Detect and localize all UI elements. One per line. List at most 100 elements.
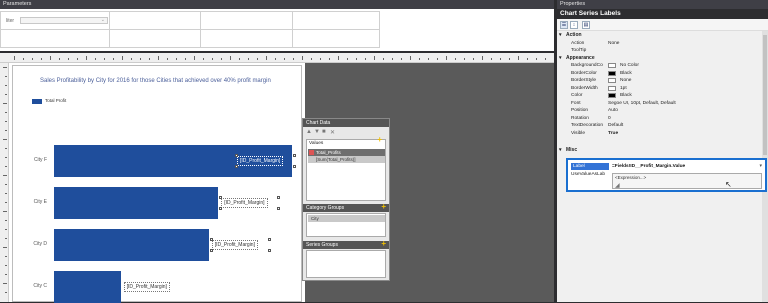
property-value[interactable]: True: [608, 130, 618, 137]
property-pages-icon[interactable]: ▤: [582, 21, 590, 29]
add-series-icon[interactable]: +: [381, 240, 386, 248]
move-up-icon[interactable]: ▲: [306, 129, 312, 135]
ruler-tick: [122, 56, 123, 60]
value-expression[interactable]: [Sum(Total_Profits)]: [308, 156, 385, 163]
selection-handle[interactable]: [209, 249, 213, 252]
chevron-down-icon[interactable]: ▾: [759, 163, 762, 169]
chart-title[interactable]: Sales Profitability by City for 2016 for…: [40, 78, 271, 84]
category-item[interactable]: City: [308, 215, 385, 222]
scrollbar-thumb[interactable]: [763, 35, 767, 155]
ruler-tick: [194, 56, 195, 60]
property-value[interactable]: 0: [608, 115, 611, 122]
property-value[interactable]: Auto: [608, 107, 618, 114]
property-row[interactable]: Font Segoe UI, 10pt, Default, Default: [557, 100, 762, 107]
parameter-cell[interactable]: [1, 30, 110, 47]
label-property-key[interactable]: Label: [571, 163, 609, 170]
property-row[interactable]: BorderWidth 1pt: [557, 85, 762, 92]
ruler-tick: [5, 157, 7, 158]
ruler-tick: [3, 175, 7, 176]
data-label[interactable]: [ID_Profit_Margin]: [237, 156, 284, 166]
selection-handle[interactable]: [235, 154, 238, 157]
selection-handle[interactable]: [277, 207, 281, 210]
property-value[interactable]: None: [620, 77, 631, 84]
selection-handle[interactable]: [219, 207, 223, 210]
chart-area[interactable]: Sales Profitability by City for 2016 for…: [12, 65, 302, 303]
ruler-tick: [266, 56, 267, 60]
horizontal-ruler: [0, 53, 554, 63]
selection-handle[interactable]: [235, 165, 238, 168]
property-key: Position: [571, 108, 589, 113]
expression-option[interactable]: <Expression...>: [615, 175, 646, 180]
grid-icon[interactable]: ■: [322, 129, 326, 135]
label-dropdown-list[interactable]: <Expression...> ◢ ↖: [612, 173, 762, 189]
property-value[interactable]: Black: [620, 92, 632, 99]
resize-grip-icon[interactable]: ◢: [615, 182, 621, 189]
property-group-appearance[interactable]: ▾ Appearance: [557, 55, 762, 62]
ruler-tick: [131, 58, 132, 60]
move-down-icon[interactable]: ▼: [314, 129, 320, 135]
property-row[interactable]: Position Auto: [557, 107, 762, 114]
bar[interactable]: [54, 271, 121, 303]
data-label[interactable]: [ID_Profit_Margin]: [221, 198, 268, 208]
property-row[interactable]: BackgroundCo No Color: [557, 62, 762, 69]
property-value[interactable]: Black: [620, 70, 632, 77]
bar[interactable]: [54, 229, 209, 261]
ruler-tick: [482, 56, 483, 60]
property-row[interactable]: Action None: [557, 40, 762, 47]
property-row[interactable]: Color Black: [557, 92, 762, 99]
selection-handle[interactable]: [209, 238, 213, 241]
delete-icon[interactable]: ✕: [330, 129, 335, 136]
data-label[interactable]: [ID_Profit_Margin]: [123, 282, 170, 292]
ruler-tick: [248, 58, 249, 60]
parameter-cell[interactable]: [110, 30, 201, 47]
parameter-cell[interactable]: [201, 12, 293, 30]
category-groups-title: Category Groups: [306, 205, 345, 211]
property-group-misc[interactable]: ▾ Misc: [557, 147, 762, 154]
property-group-action[interactable]: ▾ Action: [557, 32, 762, 39]
property-value[interactable]: None: [608, 40, 619, 47]
property-row[interactable]: Rotation 0: [557, 115, 762, 122]
parameter-cell[interactable]: [293, 12, 379, 30]
property-row[interactable]: ToolTip: [557, 47, 762, 54]
property-value[interactable]: Default: [608, 122, 623, 129]
property-value[interactable]: Segoe UI, 10pt, Default, Default: [608, 100, 676, 107]
selection-handle[interactable]: [219, 196, 223, 199]
data-label[interactable]: [ID_Profit_Margin]: [211, 240, 258, 250]
selection-handle[interactable]: [267, 249, 271, 252]
property-row[interactable]: Visible True: [557, 130, 762, 137]
selection-handle[interactable]: [293, 165, 296, 168]
property-value[interactable]: No Color: [620, 62, 639, 69]
add-value-icon[interactable]: +: [377, 135, 382, 144]
parameter-cell[interactable]: [293, 30, 379, 47]
label-property-value[interactable]: =Fields!ID__Profit_Margin.Value: [612, 163, 685, 170]
selection-handle[interactable]: [293, 154, 296, 157]
parameter-cell[interactable]: liter ⌄: [1, 12, 110, 30]
property-row[interactable]: BorderStyle None: [557, 77, 762, 84]
property-value[interactable]: 1pt: [620, 85, 627, 92]
property-key: Rotation: [571, 115, 589, 121]
value-expression-label: [Sum(Total_Profits)]: [316, 157, 356, 162]
ruler-tick: [518, 56, 519, 60]
ruler-tick: [3, 67, 7, 68]
collapse-icon[interactable]: ▾: [559, 147, 562, 154]
ruler-tick: [5, 229, 7, 230]
bar[interactable]: [54, 187, 219, 219]
collapse-icon[interactable]: ▾: [559, 55, 562, 62]
parameter-cell[interactable]: [110, 12, 201, 30]
ruler-tick: [32, 58, 33, 60]
selection-handle[interactable]: [267, 238, 271, 241]
add-category-icon[interactable]: +: [381, 203, 386, 211]
selection-handle[interactable]: [277, 196, 281, 199]
properties-titlebar: Properties: [557, 0, 768, 9]
categorized-icon[interactable]: ☰: [560, 21, 568, 29]
property-row[interactable]: BorderColor Black: [557, 70, 762, 77]
property-row[interactable]: TextDecoration Default: [557, 122, 762, 129]
property-key: BorderWidth: [571, 85, 598, 91]
value-item[interactable]: Total_Profits: [308, 149, 385, 156]
category-label: City C: [33, 283, 47, 289]
alphabetical-icon[interactable]: ↕: [570, 21, 578, 29]
parameter-cell[interactable]: [201, 30, 293, 47]
ruler-tick: [68, 58, 69, 60]
collapse-icon[interactable]: ▾: [559, 32, 562, 39]
parameter-dropdown[interactable]: ⌄: [20, 17, 108, 24]
